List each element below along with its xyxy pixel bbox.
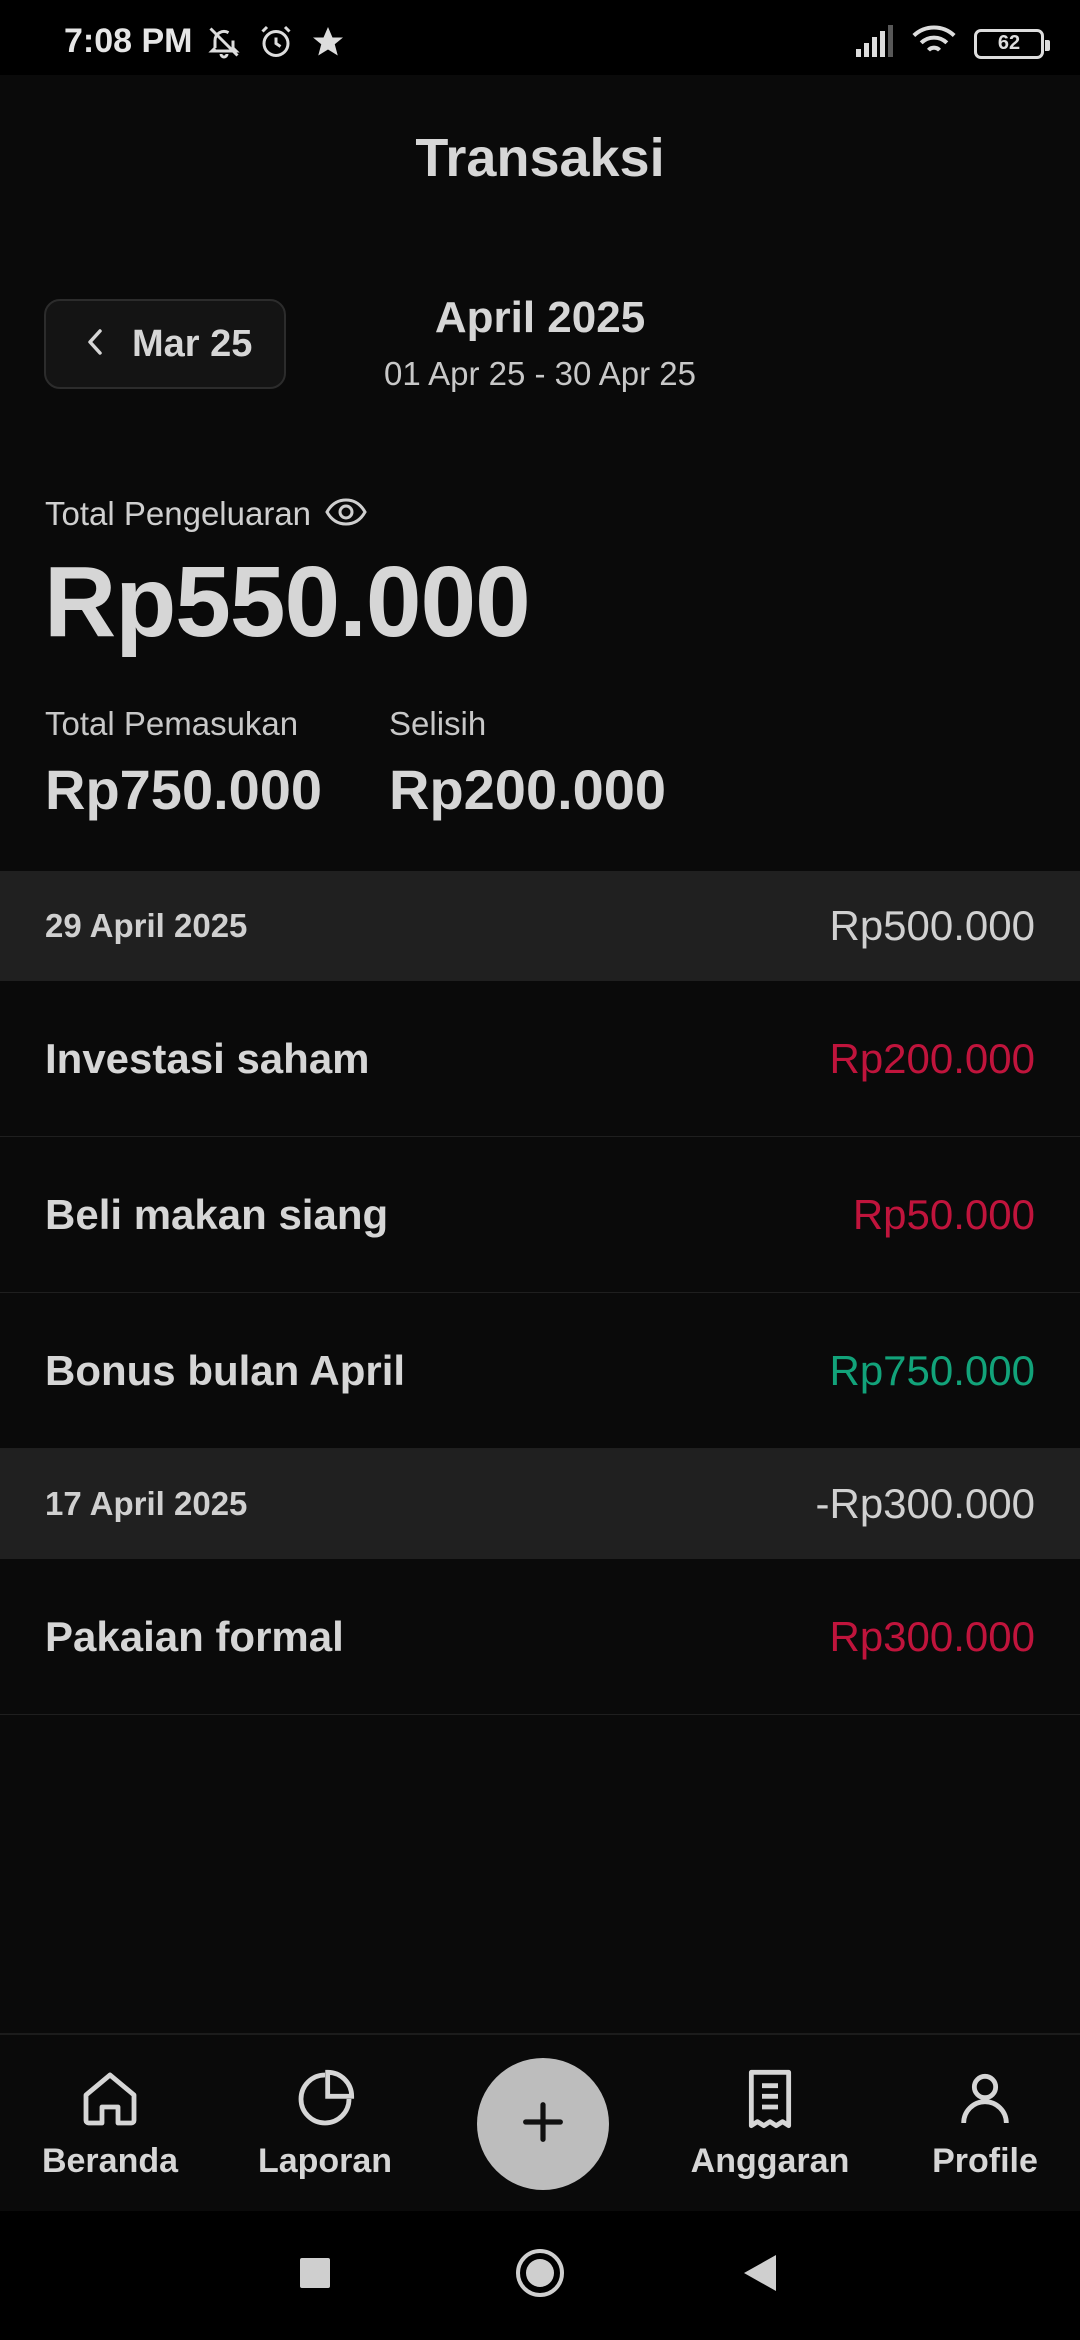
diff-value: Rp200.000	[389, 758, 667, 821]
period-range: 01 Apr 25 - 30 Apr 25	[384, 355, 696, 392]
current-month: April 2025	[434, 293, 646, 342]
date-label: 29 April 2025	[45, 907, 248, 944]
star-icon	[310, 24, 346, 65]
date-header: 17 April 2025 -Rp300.000	[0, 1449, 1080, 1559]
current-period: April 2025 01 Apr 25 - 30 Apr 25	[340, 293, 740, 393]
transaction-row[interactable]: Pakaian formal Rp300.000	[0, 1559, 1080, 1715]
bottom-nav: Beranda Laporan Anggaran Profile	[0, 2033, 1080, 2211]
date-total: Rp500.000	[829, 902, 1035, 949]
chevron-left-icon	[84, 327, 108, 362]
transaction-row[interactable]: Beli makan siang Rp50.000	[0, 1137, 1080, 1293]
transaction-name: Investasi saham	[45, 1034, 370, 1082]
expense-label: Total Pengeluaran	[45, 495, 312, 532]
app-content: Transaksi Mar 25 April 2025 01 Apr 25 - …	[0, 75, 1080, 2033]
transaction-name: Beli makan siang	[45, 1190, 389, 1238]
transaction-row[interactable]: Bonus bulan April Rp750.000	[0, 1293, 1080, 1449]
eye-icon[interactable]	[325, 497, 367, 532]
battery-icon: 62	[974, 28, 1050, 59]
square-icon	[299, 2257, 331, 2294]
income-label: Total Pemasukan	[45, 705, 299, 742]
back-button[interactable]	[715, 2211, 805, 2340]
home-button[interactable]	[495, 2211, 585, 2340]
circle-icon	[515, 2248, 565, 2303]
status-bar: 7:08 PM 62	[0, 0, 1080, 75]
pie-chart-icon	[293, 2067, 357, 2136]
date-label: 17 April 2025	[45, 1485, 248, 1522]
recent-apps-button[interactable]	[270, 2211, 360, 2340]
transaction-name: Pakaian formal	[45, 1612, 344, 1660]
nav-label: Profile	[932, 2142, 1038, 2180]
wifi-icon	[912, 24, 956, 63]
system-navigation-bar	[0, 2211, 1080, 2340]
plus-icon	[517, 2096, 569, 2153]
user-icon	[953, 2067, 1017, 2136]
notifications-off-icon	[206, 24, 242, 65]
home-icon	[78, 2067, 142, 2136]
status-time: 7:08 PM	[64, 22, 193, 60]
nav-label: Laporan	[257, 2142, 393, 2180]
signal-icon	[854, 25, 894, 62]
expense-amount: Rp550.000	[44, 546, 531, 658]
prev-month-button[interactable]: Mar 25	[44, 299, 286, 389]
page-title: Transaksi	[415, 128, 665, 188]
date-total: -Rp300.000	[815, 1480, 1036, 1527]
transaction-amount: Rp750.000	[829, 1346, 1035, 1394]
back-triangle-icon	[742, 2253, 778, 2298]
nav-label: Beranda	[41, 2142, 179, 2180]
receipt-icon	[738, 2067, 802, 2136]
nav-item-laporan[interactable]: Laporan	[245, 2035, 405, 2213]
nav-label: Anggaran	[690, 2142, 850, 2180]
status-icons-right: 62	[854, 24, 1050, 63]
nav-item-profile[interactable]: Profile	[905, 2035, 1065, 2213]
status-icons-left	[206, 24, 346, 65]
prev-month-label: Mar 25	[132, 322, 253, 365]
transaction-name: Bonus bulan April	[45, 1346, 406, 1394]
diff-summary: Selisih Rp200.000	[389, 705, 666, 822]
expense-label-row: Total Pengeluaran	[45, 495, 367, 533]
diff-label: Selisih	[389, 705, 487, 742]
transaction-amount: Rp50.000	[852, 1190, 1035, 1238]
add-transaction-button[interactable]	[477, 2058, 609, 2190]
date-header: 29 April 2025 Rp500.000	[0, 871, 1080, 981]
transaction-amount: Rp300.000	[829, 1612, 1035, 1660]
alarm-icon	[258, 24, 294, 65]
transaction-amount: Rp200.000	[829, 1034, 1035, 1082]
income-summary: Total Pemasukan Rp750.000	[45, 705, 322, 822]
nav-item-beranda[interactable]: Beranda	[30, 2035, 190, 2213]
nav-item-anggaran[interactable]: Anggaran	[690, 2035, 850, 2213]
transaction-row[interactable]: Investasi saham Rp200.000	[0, 981, 1080, 1137]
transaction-list: 29 April 2025 Rp500.000 Investasi saham …	[0, 871, 1080, 1715]
income-value: Rp750.000	[45, 758, 323, 821]
